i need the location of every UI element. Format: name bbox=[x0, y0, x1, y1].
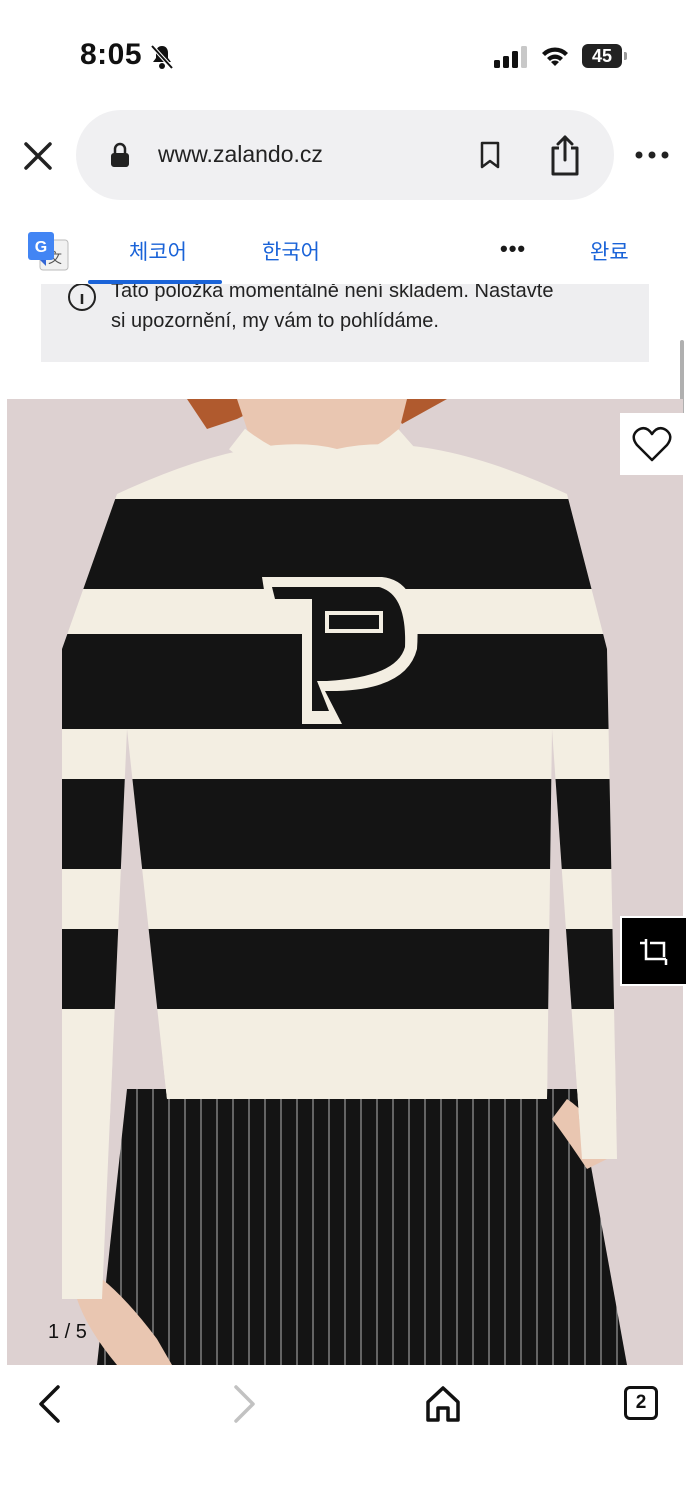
heart-icon bbox=[632, 426, 672, 462]
share-icon[interactable] bbox=[548, 134, 582, 176]
bookmark-icon[interactable] bbox=[478, 140, 502, 170]
status-time: 8:05 bbox=[80, 38, 143, 71]
info-icon bbox=[68, 284, 96, 311]
status-bar: 8:05 45 bbox=[0, 0, 690, 100]
google-translate-icon[interactable]: 文 G bbox=[26, 230, 70, 274]
wishlist-button[interactable] bbox=[620, 413, 684, 475]
crop-icon bbox=[640, 939, 668, 965]
notice-text-line1: Tato položka momentálně není skladem. Na… bbox=[111, 284, 554, 302]
bell-slash-icon bbox=[150, 44, 174, 70]
notice-text-line2: si upozornění, my vám to pohlídáme. bbox=[111, 310, 439, 332]
sweater-photo bbox=[62, 399, 627, 1365]
tabs-button[interactable]: 2 bbox=[624, 1386, 658, 1420]
svg-text:G: G bbox=[35, 239, 47, 256]
lock-icon bbox=[111, 142, 129, 167]
battery-tip bbox=[624, 52, 627, 60]
out-of-stock-notice: Tato položka momentálně není skladem. Na… bbox=[41, 284, 649, 362]
url-text[interactable]: www.zalando.cz bbox=[158, 141, 323, 168]
translate-bar: 文 G 체코어 한국어 ••• 완료 bbox=[0, 220, 690, 286]
tab-target-language[interactable]: 한국어 bbox=[262, 236, 320, 266]
chevron-right-icon[interactable] bbox=[232, 1384, 258, 1424]
translate-more-button[interactable]: ••• bbox=[500, 236, 526, 262]
product-image[interactable] bbox=[7, 399, 683, 1365]
chevron-left-icon[interactable] bbox=[36, 1384, 62, 1424]
translate-done-button[interactable]: 완료 bbox=[590, 236, 629, 266]
wifi-icon bbox=[542, 47, 568, 66]
battery-level: 45 bbox=[582, 44, 622, 68]
address-bar[interactable]: www.zalando.cz bbox=[76, 110, 614, 200]
tab-source-language[interactable]: 체코어 bbox=[129, 236, 187, 266]
battery-indicator: 45 bbox=[582, 44, 628, 68]
more-options-icon[interactable] bbox=[634, 140, 670, 170]
home-icon[interactable] bbox=[424, 1384, 462, 1424]
gallery-page-indicator: 1 / 5 bbox=[48, 1321, 87, 1343]
browser-toolbar: 2 bbox=[0, 1366, 690, 1500]
close-icon[interactable] bbox=[18, 136, 58, 176]
cellular-signal-icon bbox=[494, 46, 527, 68]
visual-search-button[interactable] bbox=[620, 916, 688, 986]
